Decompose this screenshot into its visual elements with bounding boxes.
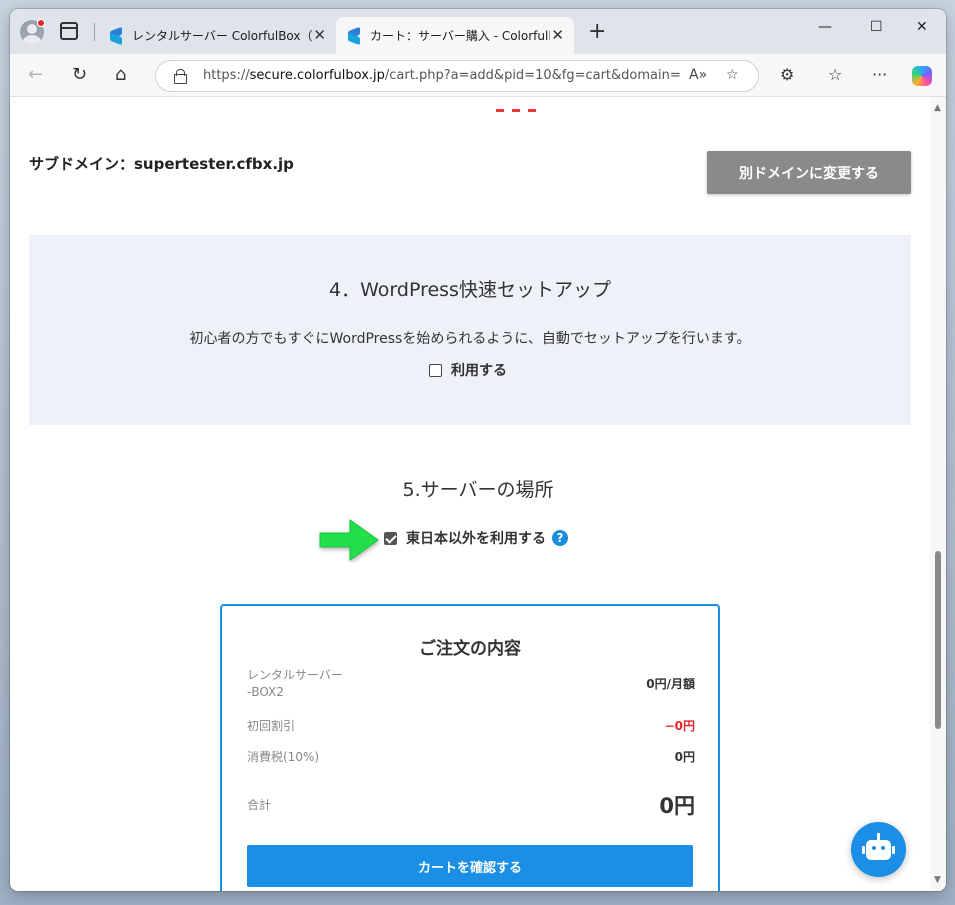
lock-icon[interactable] bbox=[174, 69, 187, 84]
extensions-icon[interactable]: ⚙ bbox=[780, 66, 794, 84]
new-tab-icon[interactable]: + bbox=[588, 21, 606, 43]
page-viewport: サブドメイン：supertester.cfbx.jp 別ドメインに変更する 4．… bbox=[10, 97, 946, 891]
section4-description: 初心者の方でもすぐにWordPressを始められるように、自動でセットアップを行… bbox=[189, 331, 751, 347]
tab-title: カート：サーバー購入 - ColorfulBox bbox=[370, 29, 550, 43]
order-row-label: 合計 bbox=[247, 798, 272, 812]
tab-actions-icon[interactable] bbox=[60, 22, 78, 40]
wordpress-setup-checkbox-row[interactable]: 利用する bbox=[429, 360, 507, 380]
notification-dot bbox=[37, 19, 45, 27]
subdomain-label: サブドメイン：supertester.cfbx.jp bbox=[29, 155, 294, 173]
tab-close-icon[interactable]: ✕ bbox=[551, 27, 564, 43]
partial-red-text bbox=[496, 97, 556, 112]
tab-cart[interactable]: カート：サーバー購入 - ColorfulBox ✕ bbox=[336, 17, 574, 54]
colorfulbox-favicon-icon bbox=[108, 28, 124, 44]
url-text[interactable]: https://secure.colorfulbox.jp/cart.php?a… bbox=[203, 68, 681, 83]
home-icon[interactable]: ⌂ bbox=[115, 65, 126, 85]
tab-colorfulbox-home[interactable]: レンタルサーバー ColorfulBox（カラフル ✕ bbox=[98, 17, 336, 54]
order-summary-title: ご注文の内容 bbox=[419, 639, 521, 659]
browser-window: レンタルサーバー ColorfulBox（カラフル ✕ カート：サーバー購入 -… bbox=[10, 9, 946, 891]
scrollbar-thumb[interactable] bbox=[935, 551, 941, 729]
reload-icon[interactable]: ↻ bbox=[72, 65, 87, 85]
server-location-checkbox[interactable] bbox=[384, 531, 397, 545]
order-summary-box: ご注文の内容 レンタルサーバー -BOX2 0円/月額 初回割引 −0円 消費税(… bbox=[220, 604, 720, 891]
chatbot-button[interactable] bbox=[851, 822, 906, 877]
close-window-icon[interactable]: ✕ bbox=[916, 19, 928, 35]
vertical-scrollbar[interactable]: ▲ ▼ bbox=[930, 97, 946, 891]
section4-title: 4．WordPress快速セットアップ bbox=[329, 279, 611, 301]
help-icon[interactable]: ? bbox=[552, 530, 568, 546]
scroll-down-icon[interactable]: ▼ bbox=[934, 875, 941, 885]
green-arrow-icon bbox=[319, 519, 379, 561]
back-icon[interactable]: ← bbox=[28, 65, 43, 85]
section5-title: 5.サーバーの場所 bbox=[402, 479, 554, 501]
change-domain-button[interactable]: 別ドメインに変更する bbox=[707, 151, 911, 194]
favorite-star-icon[interactable]: ☆ bbox=[726, 67, 739, 83]
favorites-icon[interactable]: ☆ bbox=[828, 66, 842, 84]
confirm-cart-button[interactable]: カートを確認する bbox=[247, 845, 693, 887]
wordpress-setup-checkbox[interactable] bbox=[429, 363, 442, 377]
robot-head-icon bbox=[866, 840, 891, 860]
address-bar[interactable]: https://secure.colorfulbox.jp/cart.php?a… bbox=[155, 60, 759, 92]
copilot-icon[interactable] bbox=[912, 66, 932, 86]
tab-title: レンタルサーバー ColorfulBox（カラフル bbox=[132, 29, 312, 43]
colorfulbox-favicon-icon bbox=[346, 28, 362, 44]
wordpress-setup-checkbox-label[interactable]: 利用する bbox=[451, 360, 507, 380]
scroll-up-icon[interactable]: ▲ bbox=[934, 103, 941, 113]
server-location-checkbox-row[interactable]: 東日本以外を利用する ? bbox=[384, 528, 568, 548]
order-total-value: 0円 bbox=[659, 794, 695, 818]
minimize-icon[interactable]: — bbox=[818, 19, 832, 35]
order-row-value: −0円 bbox=[664, 719, 695, 733]
robot-ear-icon bbox=[862, 846, 865, 854]
robot-ear-icon bbox=[892, 846, 895, 854]
server-location-checkbox-label[interactable]: 東日本以外を利用する bbox=[406, 528, 546, 548]
tab-separator bbox=[94, 23, 95, 41]
order-row-value: 0円 bbox=[674, 750, 695, 764]
wordpress-setup-section: 4．WordPress快速セットアップ 初心者の方でもすぐにWordPressを… bbox=[29, 235, 911, 425]
tab-bar: レンタルサーバー ColorfulBox（カラフル ✕ カート：サーバー購入 -… bbox=[10, 9, 946, 54]
read-aloud-icon[interactable]: A» bbox=[689, 67, 707, 83]
chatbot-icon bbox=[877, 833, 880, 840]
more-icon[interactable]: ··· bbox=[872, 66, 887, 84]
order-row-label: 初回割引 bbox=[247, 719, 296, 733]
maximize-icon[interactable]: ☐ bbox=[870, 19, 883, 35]
address-toolbar: ← ↻ ⌂ https://secure.colorfulbox.jp/cart… bbox=[10, 54, 946, 97]
order-row-label: レンタルサーバー -BOX2 bbox=[247, 668, 343, 699]
order-row-label: 消費税(10%) bbox=[247, 750, 320, 764]
order-row-value: 0円/月額 bbox=[646, 677, 695, 691]
tab-close-icon[interactable]: ✕ bbox=[313, 27, 326, 43]
